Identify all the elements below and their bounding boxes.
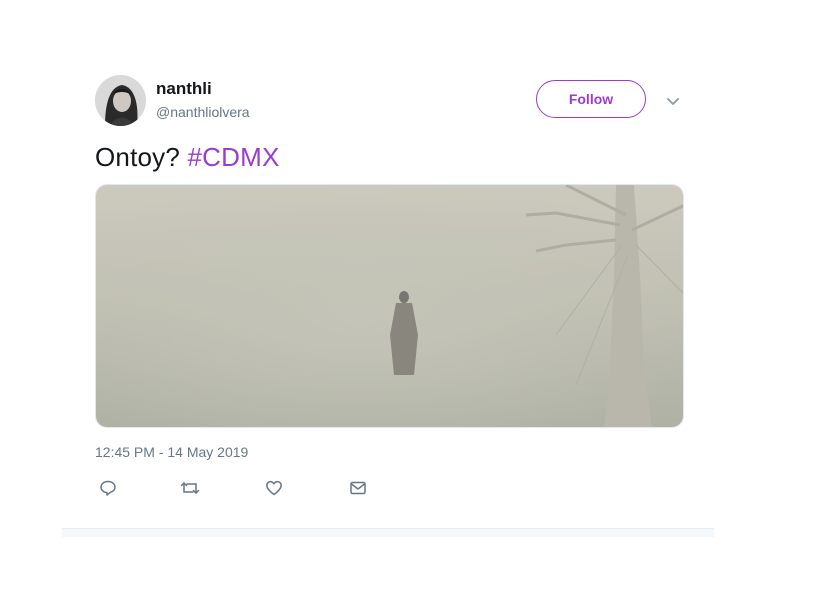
heart-icon[interactable] xyxy=(264,478,284,498)
tweet-card: nanthli @nanthliolvera Follow Ontoy? #CD… xyxy=(0,0,818,614)
tweet-divider xyxy=(62,528,714,537)
hashtag-link[interactable]: #CDMX xyxy=(187,142,279,172)
tweet-text-body: Ontoy? xyxy=(95,142,181,172)
tweet-text: Ontoy? #CDMX xyxy=(95,142,279,173)
tweet-photo[interactable] xyxy=(95,184,684,428)
display-name[interactable]: nanthli xyxy=(156,79,212,99)
retweet-icon[interactable] xyxy=(180,478,200,498)
avatar[interactable] xyxy=(95,75,146,126)
follow-button[interactable]: Follow xyxy=(536,80,646,118)
reply-icon[interactable] xyxy=(98,478,118,498)
username-handle[interactable]: @nanthliolvera xyxy=(156,104,250,120)
envelope-icon[interactable] xyxy=(348,478,368,498)
tweet-timestamp[interactable]: 12:45 PM - 14 May 2019 xyxy=(95,444,248,460)
chevron-down-icon[interactable] xyxy=(664,92,682,110)
